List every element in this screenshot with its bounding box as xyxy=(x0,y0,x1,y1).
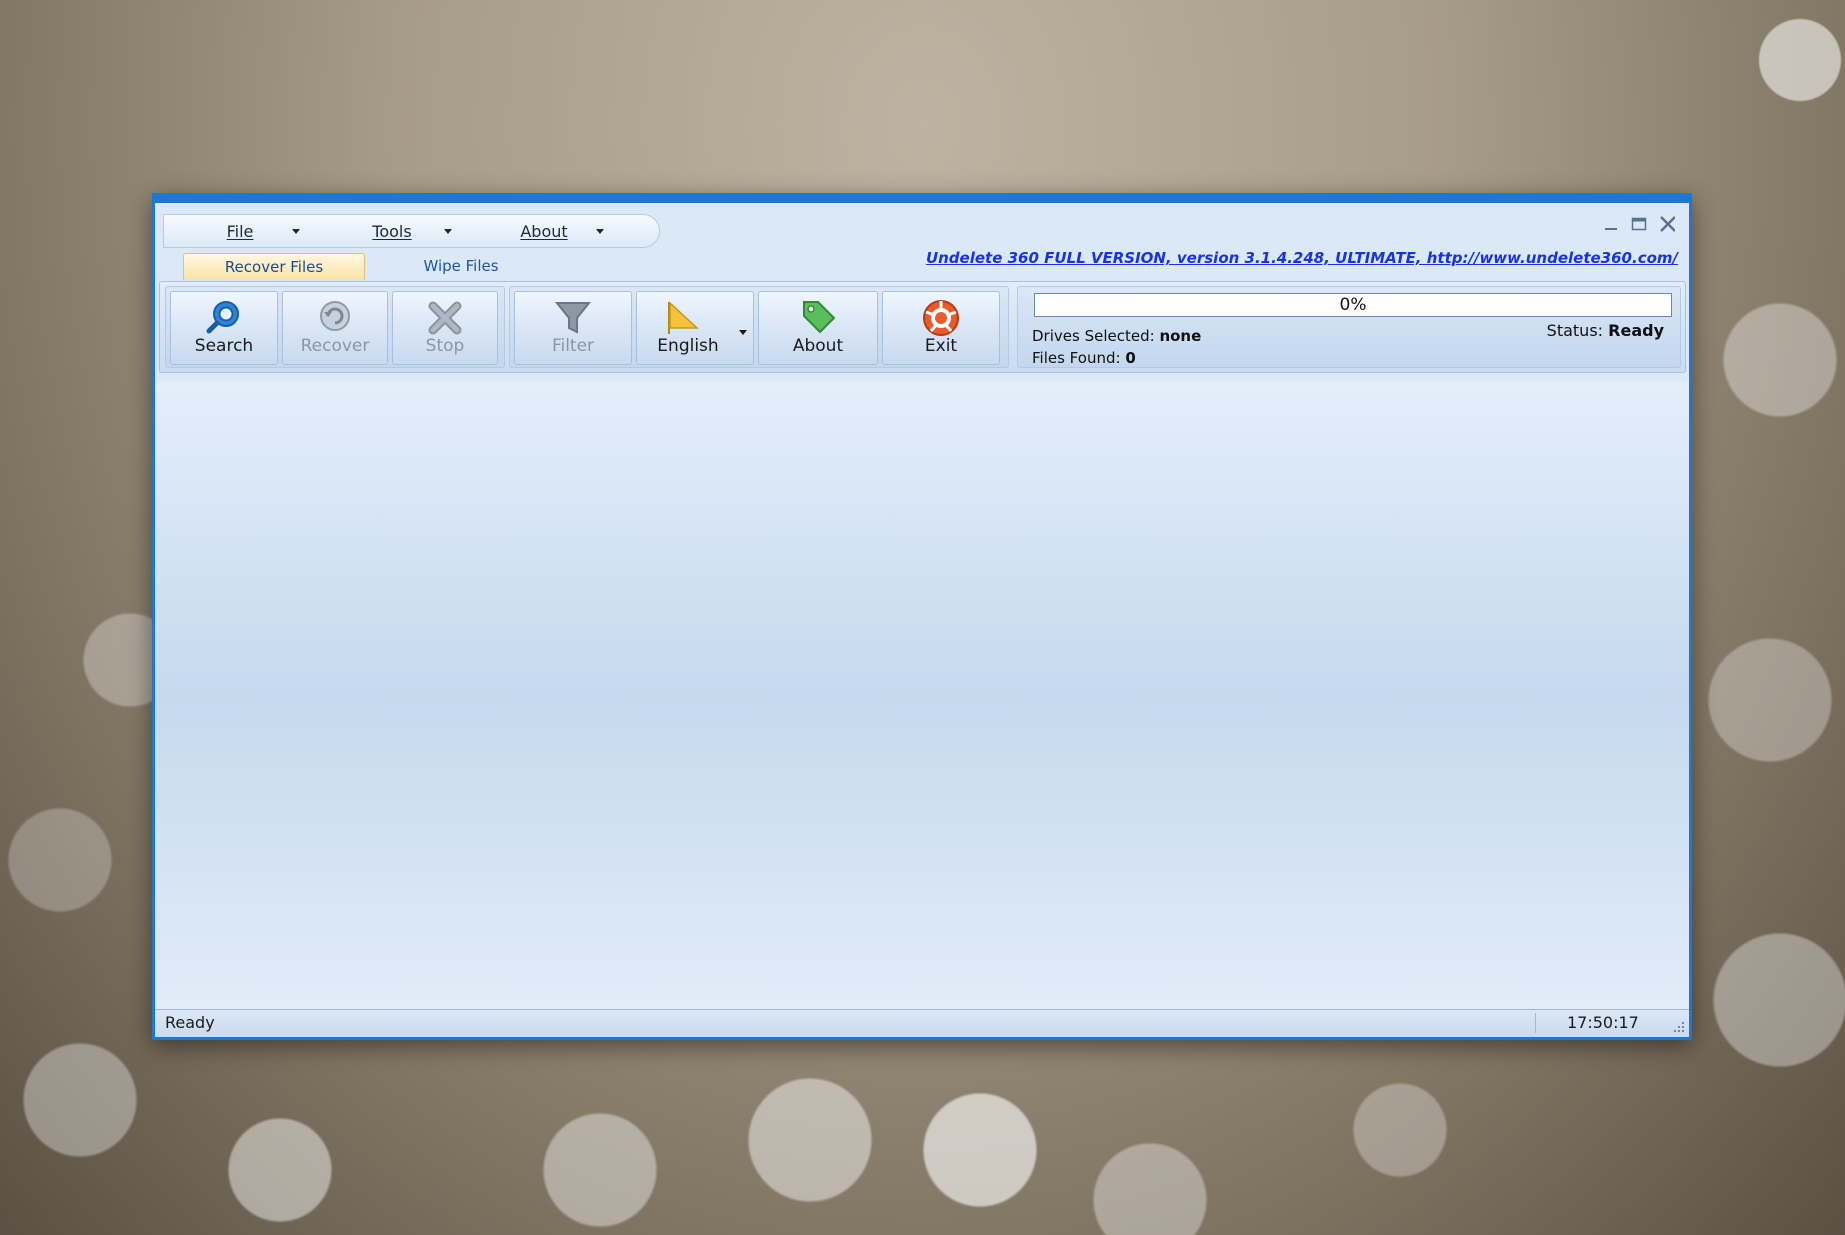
filter-label: Filter xyxy=(551,336,595,356)
status-text: Ready xyxy=(165,1013,215,1032)
language-dropdown[interactable]: English xyxy=(636,291,754,365)
maximize-icon xyxy=(1631,217,1647,231)
exit-label: Exit xyxy=(924,336,958,356)
status-time: 17:50:17 xyxy=(1567,1013,1639,1032)
menu-tools-label: Tools xyxy=(372,221,412,241)
group-status: 0% Drives Selected: none Files Found: 0 … xyxy=(1017,286,1681,368)
recover-label: Recover xyxy=(300,336,370,356)
language-label: English xyxy=(657,336,719,356)
tag-icon xyxy=(759,298,877,338)
exit-button[interactable]: Exit xyxy=(882,291,1000,365)
tab-bar: Recover Files Wipe Files Undelete 360 FU… xyxy=(163,249,1678,280)
files-found: Files Found: 0 xyxy=(1032,349,1136,367)
drives-selected-label: Drives Selected: xyxy=(1032,327,1155,345)
flag-icon xyxy=(637,298,753,338)
menu-file-label: File xyxy=(226,221,254,241)
chevron-down-icon xyxy=(444,229,452,234)
menu-file[interactable]: File xyxy=(164,217,316,245)
minimize-button[interactable] xyxy=(1603,215,1619,233)
stop-icon xyxy=(393,298,497,338)
status-value: Ready xyxy=(1608,321,1664,340)
results-panel[interactable] xyxy=(155,381,1689,1011)
group-options: Filter English About Exit xyxy=(509,286,1009,368)
minimize-icon xyxy=(1605,228,1617,230)
files-found-value: 0 xyxy=(1125,349,1136,367)
files-found-label: Files Found: xyxy=(1032,349,1121,367)
tab-recover-files[interactable]: Recover Files xyxy=(183,253,365,280)
about-button[interactable]: About xyxy=(758,291,878,365)
app-window: File Tools About Recover Files Wipe File… xyxy=(152,193,1692,1040)
maximize-button[interactable] xyxy=(1631,215,1647,233)
drives-selected: Drives Selected: none xyxy=(1032,327,1201,345)
status-bar: Ready 17:50:17 xyxy=(155,1009,1689,1037)
status-label: Status: xyxy=(1546,321,1604,340)
exit-icon xyxy=(883,298,999,338)
stop-label: Stop xyxy=(425,336,465,356)
recover-button[interactable]: Recover xyxy=(282,291,388,365)
drives-selected-value: none xyxy=(1159,327,1202,345)
chevron-down-icon xyxy=(292,229,300,234)
search-button[interactable]: Search xyxy=(170,291,278,365)
menubar: File Tools About xyxy=(163,214,660,248)
tab-wipe-files[interactable]: Wipe Files xyxy=(381,253,541,279)
status-separator xyxy=(1535,1013,1536,1033)
resize-grip-icon[interactable] xyxy=(1670,1018,1686,1034)
chevron-down-icon xyxy=(596,229,604,234)
ribbon: Search Recover Stop Filter English About… xyxy=(159,281,1686,373)
menu-tools[interactable]: Tools xyxy=(316,217,468,245)
close-button[interactable] xyxy=(1659,215,1675,233)
stop-button[interactable]: Stop xyxy=(392,291,498,365)
search-icon xyxy=(171,298,277,338)
status-indicator: Status: Ready xyxy=(1547,321,1664,340)
menu-about[interactable]: About xyxy=(468,217,620,245)
about-label: About xyxy=(792,336,844,356)
progress-bar: 0% xyxy=(1034,293,1672,317)
filter-button[interactable]: Filter xyxy=(514,291,632,365)
group-recovery: Search Recover Stop xyxy=(165,286,505,368)
version-link[interactable]: Undelete 360 FULL VERSION, version 3.1.4… xyxy=(926,249,1678,267)
recover-icon xyxy=(283,298,387,338)
close-icon xyxy=(1660,216,1675,232)
chevron-down-icon xyxy=(739,330,747,335)
filter-icon xyxy=(515,298,631,338)
window-controls xyxy=(1603,215,1675,233)
menu-about-label: About xyxy=(520,221,568,241)
search-label: Search xyxy=(194,336,254,356)
